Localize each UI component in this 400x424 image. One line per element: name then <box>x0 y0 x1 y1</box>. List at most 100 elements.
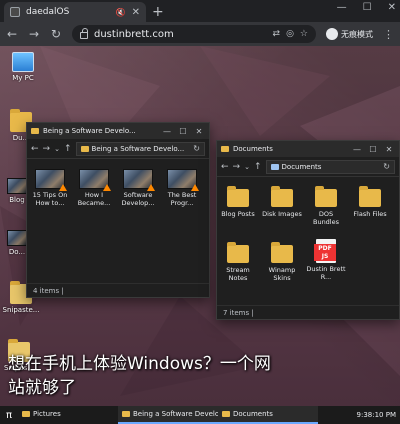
browser-tab-bar: daedalOS 🔇 ✕ + — ☐ ✕ <box>0 0 400 22</box>
forward-icon[interactable]: → <box>233 162 241 172</box>
profile-label: 无痕模式 <box>341 29 373 39</box>
video-thumbnail-icon <box>7 178 27 194</box>
profile-button[interactable]: 无痕模式 <box>326 28 373 40</box>
folder-icon <box>271 242 293 263</box>
file-item[interactable]: Software Develop... <box>117 169 159 207</box>
computer-icon <box>12 52 34 72</box>
back-icon[interactable]: ← <box>31 144 39 154</box>
taskbar-item-pictures[interactable]: Pictures <box>18 406 118 424</box>
folder-item[interactable]: Flash Files <box>349 185 391 218</box>
url-text: dustinbrett.com <box>94 28 174 40</box>
window-titlebar[interactable]: Documents — ☐ ✕ <box>217 141 399 157</box>
window-navbar: ← → ⌄ ↑ Documents ↻ <box>217 157 399 177</box>
minimize-icon[interactable]: — <box>337 2 347 13</box>
new-tab-icon[interactable]: + <box>152 4 164 20</box>
reload-icon[interactable]: ↻ <box>50 27 62 41</box>
tab-audio-icon[interactable]: 🔇 <box>116 8 126 17</box>
taskbar: π Pictures Being a Software Develo... Do… <box>0 406 400 424</box>
folder-item[interactable]: Disk Images <box>261 185 303 218</box>
close-icon[interactable]: ✕ <box>383 145 395 154</box>
refresh-icon[interactable]: ↻ <box>193 144 200 153</box>
file-item[interactable]: The Best Progr... <box>161 169 203 207</box>
status-bar: 4 items | <box>27 283 209 297</box>
tab-favicon-icon <box>10 7 20 17</box>
explorer-window-documents[interactable]: Documents — ☐ ✕ ← → ⌄ ↑ Documents ↻ Blog… <box>216 140 400 320</box>
caption-line-2: 站就够了 <box>8 378 76 398</box>
eye-off-icon[interactable]: ◎ <box>286 29 294 39</box>
forward-icon[interactable]: → <box>43 144 51 154</box>
translate-icon[interactable]: ⇄ <box>273 29 281 39</box>
taskbar-item-label: Documents <box>233 410 273 418</box>
status-bar: 7 items | <box>217 305 399 319</box>
folder-icon <box>80 145 89 152</box>
file-item[interactable]: How I Became... <box>73 169 115 207</box>
back-icon[interactable]: ← <box>221 162 229 172</box>
minimize-icon[interactable]: — <box>161 127 173 136</box>
folder-label: Blog Posts <box>221 210 255 218</box>
documents-icon <box>270 163 279 170</box>
video-thumbnail-icon <box>167 169 199 191</box>
file-label: How I Became... <box>77 191 111 208</box>
explorer-window-videos[interactable]: Being a Software Develo... — ☐ ✕ ← → ⌄ ↑… <box>26 122 210 298</box>
file-item[interactable]: 15 Tips On How to... <box>29 169 71 207</box>
refresh-icon[interactable]: ↻ <box>383 162 390 171</box>
window-titlebar[interactable]: Being a Software Develo... — ☐ ✕ <box>27 123 209 139</box>
address-text: Documents <box>281 162 322 171</box>
file-label: The Best Progr... <box>167 191 197 208</box>
taskbar-item-documents[interactable]: Documents <box>218 406 318 424</box>
taskbar-item-label: Being a Software Develo... <box>133 410 218 418</box>
minimize-icon[interactable]: — <box>351 145 363 154</box>
back-icon[interactable]: ← <box>6 27 18 41</box>
up-icon[interactable]: ↑ <box>254 162 262 172</box>
taskbar-item-label: Pictures <box>33 410 61 418</box>
folder-icon <box>221 146 229 152</box>
maximize-icon[interactable]: ☐ <box>363 2 372 13</box>
clock-time: 9:38:10 PM <box>356 411 396 419</box>
chevron-down-icon[interactable]: ⌄ <box>244 163 250 171</box>
taskbar-item-being-a-software-developer[interactable]: Being a Software Develo... <box>118 406 218 424</box>
folder-icon <box>122 411 130 417</box>
caption-line-1: 想在手机上体验Windows？一个网 <box>8 354 271 374</box>
folder-item[interactable]: DOS Bundles <box>305 185 347 226</box>
folder-item[interactable]: Winamp Skins <box>261 241 303 282</box>
menu-icon[interactable]: ⋮ <box>383 28 394 41</box>
folder-item[interactable]: Blog Posts <box>217 185 259 218</box>
folder-icon <box>31 128 39 134</box>
maximize-icon[interactable]: ☐ <box>367 145 379 154</box>
folder-label: Flash Files <box>353 210 387 218</box>
vlc-icon <box>191 184 199 191</box>
pdf-item[interactable]: PDF JS Dustin Brett R... <box>305 239 347 281</box>
window-navbar: ← → ⌄ ↑ Being a Software Develo... ↻ <box>27 139 209 159</box>
file-label: 15 Tips On How to... <box>32 191 68 208</box>
forward-icon[interactable]: → <box>28 27 40 41</box>
close-icon[interactable]: ✕ <box>193 127 205 136</box>
folder-icon <box>222 411 230 417</box>
address-field[interactable]: Documents ↻ <box>265 159 395 174</box>
folder-label: DOS Bundles <box>312 210 340 227</box>
video-thumbnail-icon <box>7 230 27 246</box>
video-thumbnail-icon <box>79 169 111 191</box>
vlc-icon <box>103 184 111 191</box>
incognito-avatar-icon <box>326 28 338 40</box>
address-field[interactable]: Being a Software Develo... ↻ <box>75 141 205 156</box>
up-icon[interactable]: ↑ <box>64 144 72 154</box>
folder-icon <box>315 186 337 207</box>
address-bar[interactable]: dustinbrett.com ⇄ ◎ ☆ <box>72 25 316 43</box>
folder-icon <box>227 242 249 263</box>
desktop-icon-my-pc[interactable]: My PC <box>2 52 44 82</box>
browser-tab[interactable]: daedalOS 🔇 ✕ <box>4 2 146 22</box>
folder-icon <box>359 186 381 207</box>
folder-item[interactable]: Stream Notes <box>217 241 259 282</box>
window-title: Documents <box>233 145 273 153</box>
file-label: Software Develop... <box>121 191 155 208</box>
maximize-icon[interactable]: ☐ <box>177 127 189 136</box>
bookmark-star-icon[interactable]: ☆ <box>300 29 308 39</box>
chevron-down-icon[interactable]: ⌄ <box>54 145 60 153</box>
system-clock[interactable]: 9:38:10 PM <box>357 411 400 419</box>
vlc-icon <box>147 184 155 191</box>
start-button[interactable]: π <box>0 410 18 421</box>
tab-close-icon[interactable]: ✕ <box>132 7 140 18</box>
folder-icon <box>22 411 30 417</box>
close-window-icon[interactable]: ✕ <box>388 2 396 13</box>
file-label: Dustin Brett R... <box>306 265 346 282</box>
